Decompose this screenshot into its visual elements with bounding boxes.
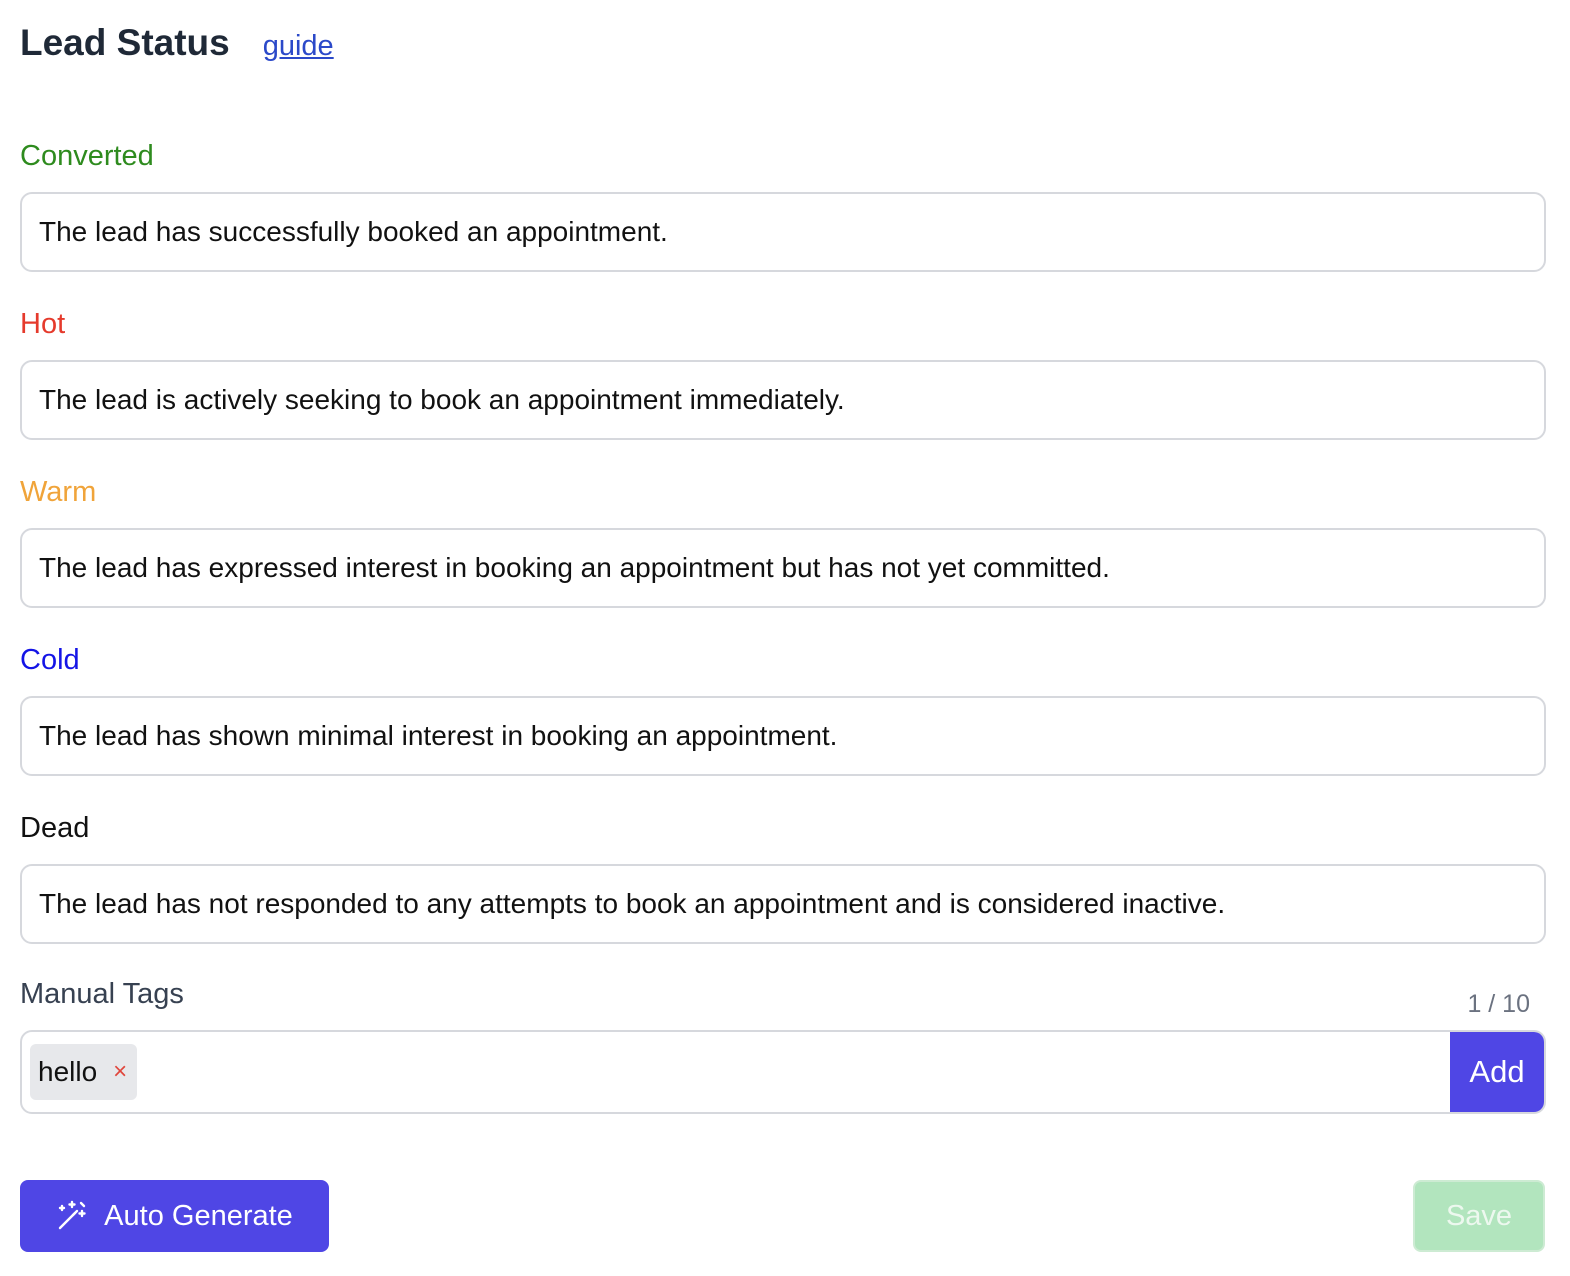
auto-generate-label: Auto Generate (104, 1199, 293, 1232)
status-dead: Dead (20, 809, 1546, 944)
save-button[interactable]: Save (1413, 1180, 1545, 1252)
status-label-warm: Warm (20, 476, 97, 508)
status-label-cold: Cold (20, 644, 80, 676)
status-cold: Cold (20, 641, 1546, 776)
magic-wand-icon (56, 1200, 88, 1232)
tag-chip: hello × (30, 1044, 138, 1100)
status-hot: Hot (20, 305, 1546, 440)
guide-link[interactable]: guide (263, 30, 334, 63)
status-label-converted: Converted (20, 140, 154, 172)
status-warm: Warm (20, 473, 1546, 608)
status-input-hot[interactable] (20, 360, 1546, 440)
status-label-dead: Dead (20, 812, 90, 844)
status-input-converted[interactable] (20, 192, 1546, 272)
status-label-hot: Hot (20, 308, 66, 340)
tag-text: hello (38, 1056, 98, 1087)
manual-tags-label: Manual Tags (20, 978, 184, 1010)
status-input-warm[interactable] (20, 528, 1546, 608)
auto-generate-button[interactable]: Auto Generate (20, 1180, 329, 1252)
tags-counter: 1 / 10 (1467, 990, 1530, 1018)
status-input-dead[interactable] (20, 864, 1546, 944)
status-input-cold[interactable] (20, 696, 1546, 776)
status-converted: Converted (20, 137, 1546, 272)
page-header: Lead Status guide (20, 22, 334, 64)
tags-input-area[interactable]: hello × (22, 1032, 1450, 1112)
manual-tags-field: hello × Add (20, 1030, 1546, 1114)
add-tag-button[interactable]: Add (1450, 1032, 1544, 1112)
tag-remove-icon[interactable]: × (113, 1058, 127, 1086)
page-title: Lead Status (20, 22, 230, 63)
